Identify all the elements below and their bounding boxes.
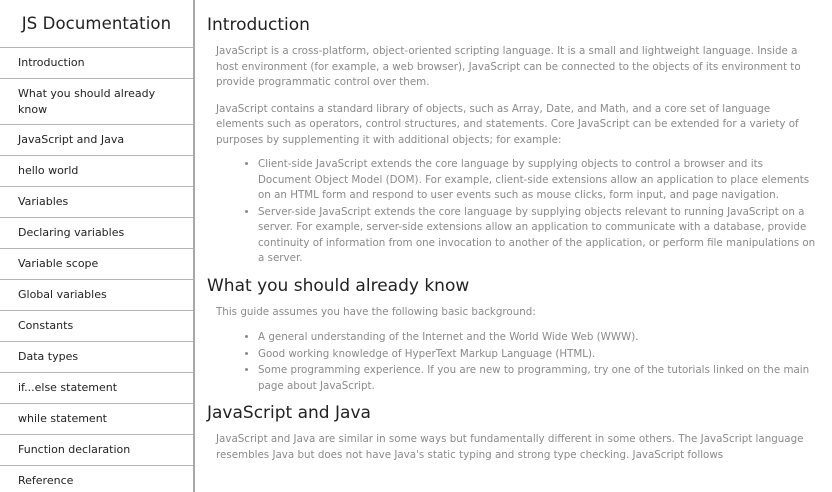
bullet-item: Server-side JavaScript extends the core … — [258, 205, 818, 267]
nav-link-reference[interactable]: Reference — [0, 466, 193, 492]
nav-link-data-types[interactable]: Data types — [0, 342, 193, 372]
section-title: JavaScript and Java — [207, 403, 371, 423]
nav-item: Data types — [0, 342, 193, 373]
bullet-item: Some programming experience. If you are … — [258, 363, 818, 394]
nav-item: Declaring variables — [0, 218, 193, 249]
nav-link-javascript-and-java[interactable]: JavaScript and Java — [0, 125, 193, 155]
section-paragraph: This guide assumes you have the followin… — [216, 305, 536, 318]
bullet-list: A general understanding of the Internet … — [207, 330, 818, 394]
nav-item: Reference — [0, 466, 193, 492]
doc-section: JavaScript and Java JavaScript and Java a… — [207, 403, 818, 463]
nav-item: Variable scope — [0, 249, 193, 280]
nav-link-variable-scope[interactable]: Variable scope — [0, 249, 193, 279]
bullet-item: Good working knowledge of HyperText Mark… — [258, 347, 818, 363]
nav-link-variables[interactable]: Variables — [0, 187, 193, 217]
nav-item: What you should already know — [0, 79, 193, 125]
doc-section: What you should already know This guide a… — [207, 276, 818, 395]
section-paragraph: JavaScript and Java are similar in some … — [216, 433, 804, 461]
navbar: JS Documentation Introduction What you sh… — [0, 0, 195, 492]
bullet-list: Client-side JavaScript extends the core … — [207, 157, 818, 267]
navbar-title: JS Documentation — [0, 0, 193, 48]
nav-item: Function declaration — [0, 435, 193, 466]
nav-list: Introduction What you should already know… — [0, 48, 193, 492]
nav-link-while-statement[interactable]: while statement — [0, 404, 193, 434]
main-doc: Introduction JavaScript is a cross-platfo… — [195, 0, 832, 492]
section-paragraph: JavaScript contains a standard library o… — [216, 102, 799, 146]
doc-section: Introduction JavaScript is a cross-platfo… — [207, 15, 818, 267]
nav-link-introduction[interactable]: Introduction — [0, 48, 193, 78]
nav-link-function-declaration[interactable]: Function declaration — [0, 435, 193, 465]
bullet-item: Client-side JavaScript extends the core … — [258, 157, 818, 204]
nav-link-constants[interactable]: Constants — [0, 311, 193, 341]
nav-item: Introduction — [0, 48, 193, 79]
nav-item: Constants — [0, 311, 193, 342]
nav-item: JavaScript and Java — [0, 125, 193, 156]
nav-link-global-variables[interactable]: Global variables — [0, 280, 193, 310]
nav-link-if-else-statement[interactable]: if...else statement — [0, 373, 193, 403]
section-title: What you should already know — [207, 275, 470, 296]
section-title: Introduction — [207, 15, 310, 35]
section-paragraph: JavaScript is a cross-platform, object-o… — [216, 45, 801, 88]
nav-item: while statement — [0, 404, 193, 435]
nav-link-hello-world[interactable]: hello world — [0, 156, 193, 186]
nav-item: if...else statement — [0, 373, 193, 404]
bullet-item: A general understanding of the Internet … — [258, 330, 818, 346]
nav-link-what-you-should-already-know[interactable]: What you should already know — [0, 79, 193, 124]
nav-item: Variables — [0, 187, 193, 218]
nav-item: Global variables — [0, 280, 193, 311]
nav-item: hello world — [0, 156, 193, 187]
nav-link-declaring-variables[interactable]: Declaring variables — [0, 218, 193, 248]
